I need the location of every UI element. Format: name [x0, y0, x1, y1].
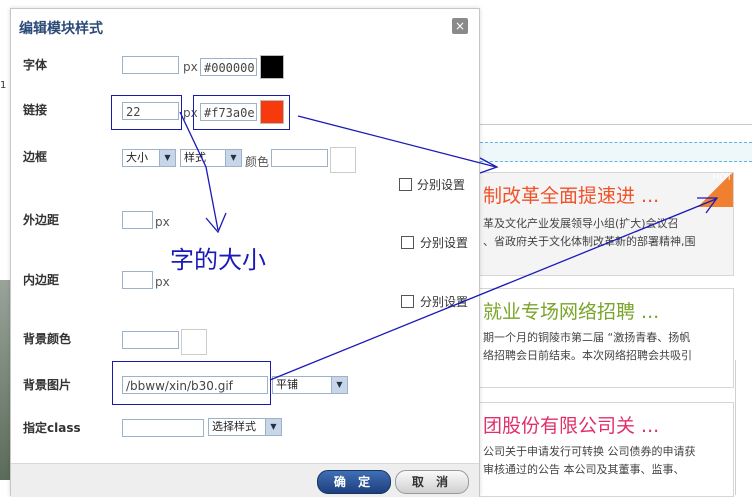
arrow-link-size	[179, 111, 219, 231]
annotation-arrows	[179, 111, 719, 381]
arrow-link-color	[297, 115, 497, 168]
arrow-bg-image	[269, 198, 717, 381]
